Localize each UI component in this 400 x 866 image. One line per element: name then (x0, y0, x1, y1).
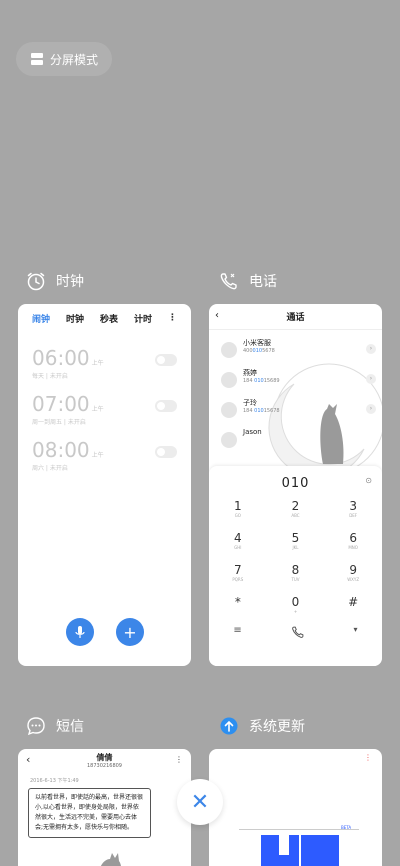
phone-app-header: 电话 (219, 271, 277, 291)
split-screen-button[interactable]: 分屏模式 (16, 42, 112, 76)
more-menu-icon[interactable]: ⋮ (175, 755, 183, 764)
update-app-title: 系统更新 (249, 719, 305, 735)
clock-tabs: 闹钟 时钟 秒表 计时 ⋮ (18, 304, 191, 332)
more-menu-icon[interactable]: ⋮ (364, 753, 372, 762)
contact-name: Jason (243, 428, 262, 436)
phone-app-card[interactable]: ‹ 通话 小米客服 4000105678 › 燕婷 184 01015689 ›… (209, 304, 382, 666)
call-icon[interactable] (291, 625, 305, 639)
voice-alarm-button[interactable] (66, 618, 94, 646)
clear-all-button[interactable]: ✕ (177, 779, 223, 825)
contact-name: 子玲 (243, 399, 257, 407)
message-icon (27, 717, 45, 736)
avatar (221, 432, 237, 448)
sms-app-card[interactable]: ‹ ⋮ 倩倩 18730216809 2016-6-13 下午1:49 以前看世… (18, 749, 191, 866)
contact-item[interactable]: 燕婷 184 01015689 › (209, 368, 382, 394)
alarm-ampm: 上午 (91, 452, 104, 459)
contact-detail-icon[interactable]: › (366, 404, 376, 414)
clock-icon (27, 272, 45, 291)
key-5[interactable]: 5 JKL (267, 531, 325, 555)
alarm-ampm: 上午 (91, 406, 104, 413)
phone-header: ‹ 通话 (209, 304, 382, 330)
contact-name: 燕婷 (243, 369, 257, 377)
dial-pad: 010 ⊙ 1 GO 2 ABC 3 DEF 4 GHI 5 JKL 6 MNO 7 PQRS… (209, 466, 382, 666)
microphone-icon (75, 626, 85, 638)
keypad: 1 GO 2 ABC 3 DEF 4 GHI 5 JKL 6 MNO 7 PQRS 8 TUV … (209, 499, 382, 619)
tab-timer[interactable]: 计时 (134, 312, 152, 325)
conversation-title: 倩倩 (96, 753, 113, 762)
alarm-repeat: 每天 | 未开启 (32, 373, 68, 380)
more-menu-icon[interactable]: ⋮ (168, 313, 177, 323)
key-0[interactable]: 0 + (267, 595, 325, 619)
back-icon[interactable]: ‹ (26, 753, 30, 766)
tab-stopwatch[interactable]: 秒表 (100, 312, 118, 325)
contact-number: 4000105678 (243, 348, 275, 354)
clock-app-title: 时钟 (56, 274, 84, 290)
alarm-toggle[interactable] (155, 446, 177, 458)
sms-app-header: 短信 (26, 716, 84, 736)
key-7[interactable]: 7 PQRS (209, 563, 267, 587)
key-3[interactable]: 3 DEF (324, 499, 382, 523)
key-hash[interactable]: # (324, 595, 382, 619)
dialpad-settings-icon[interactable]: ⊙ (365, 476, 372, 485)
key-8[interactable]: 8 TUV (267, 563, 325, 587)
contact-item[interactable]: 小米客服 4000105678 › (209, 338, 382, 364)
key-9[interactable]: 9 WXYZ (324, 563, 382, 587)
key-6[interactable]: 6 MNO (324, 531, 382, 555)
tab-clock[interactable]: 时钟 (66, 312, 84, 325)
dial-actions: ≡ ▾ (209, 625, 382, 639)
split-screen-label: 分屏模式 (50, 52, 99, 67)
split-screen-icon (31, 53, 43, 65)
dialed-number: 010 (281, 476, 310, 491)
alarm-time: 06:00 (32, 346, 90, 370)
message-bubble: 以前看世界，即使話的最高，世界还很很小,以心看世界，即使身处局限，世界依然很大，… (28, 788, 151, 838)
contact-detail-icon[interactable]: › (366, 374, 376, 384)
alarm-ampm: 上午 (91, 360, 104, 367)
alarm-repeat: 周六 | 未开启 (32, 465, 68, 472)
phone-header-title: 通话 (286, 313, 305, 323)
contact-detail-icon[interactable]: › (366, 344, 376, 354)
add-alarm-button[interactable]: + (116, 618, 144, 646)
avatar (221, 342, 237, 358)
message-timestamp: 2016-6-13 下午1:49 (30, 778, 79, 784)
update-app-card[interactable]: ⋮ BETA (209, 749, 382, 866)
alarm-item[interactable]: 06:00 上午 每天 | 未开启 (18, 340, 191, 386)
alarm-item[interactable]: 08:00 上午 周六 | 未开启 (18, 432, 191, 478)
conversation-number: 18730216809 (87, 763, 122, 769)
alarm-item[interactable]: 07:00 上午 周一到周五 | 未开启 (18, 386, 191, 432)
contact-item[interactable]: Jason (209, 428, 382, 454)
clock-app-card[interactable]: 闹钟 时钟 秒表 计时 ⋮ 06:00 上午 每天 | 未开启 07:00 上午 周… (18, 304, 191, 666)
phone-app-title: 电话 (249, 274, 277, 290)
plus-icon: + (123, 622, 137, 642)
contact-item[interactable]: 子玲 184 01015678 › (209, 398, 382, 424)
miui-update-graphic (239, 829, 359, 866)
cat-illustration (100, 853, 121, 866)
key-star[interactable]: * (209, 595, 267, 619)
tab-alarm[interactable]: 闹钟 (32, 312, 50, 325)
update-app-header: 系统更新 (219, 716, 305, 736)
sms-app-title: 短信 (56, 719, 84, 735)
clock-app-header: 时钟 (26, 271, 84, 291)
back-icon[interactable]: ‹ (215, 310, 219, 321)
contact-number: 184 01015678 (243, 408, 280, 414)
menu-icon[interactable]: ≡ (233, 625, 241, 639)
phone-icon (220, 273, 237, 290)
system-update-icon (220, 717, 238, 735)
alarm-time: 07:00 (32, 392, 90, 416)
alarm-time: 08:00 (32, 438, 90, 462)
key-4[interactable]: 4 GHI (209, 531, 267, 555)
key-1[interactable]: 1 GO (209, 499, 267, 523)
avatar (221, 402, 237, 418)
key-2[interactable]: 2 ABC (267, 499, 325, 523)
contact-name: 小米客服 (243, 339, 271, 347)
contact-number: 184 01015689 (243, 378, 280, 384)
avatar (221, 372, 237, 388)
alarm-toggle[interactable] (155, 354, 177, 366)
collapse-keypad-icon[interactable]: ▾ (354, 625, 358, 639)
beta-badge: BETA (341, 825, 352, 830)
alarm-toggle[interactable] (155, 400, 177, 412)
alarm-repeat: 周一到周五 | 未开启 (32, 419, 86, 426)
close-icon: ✕ (190, 789, 210, 815)
